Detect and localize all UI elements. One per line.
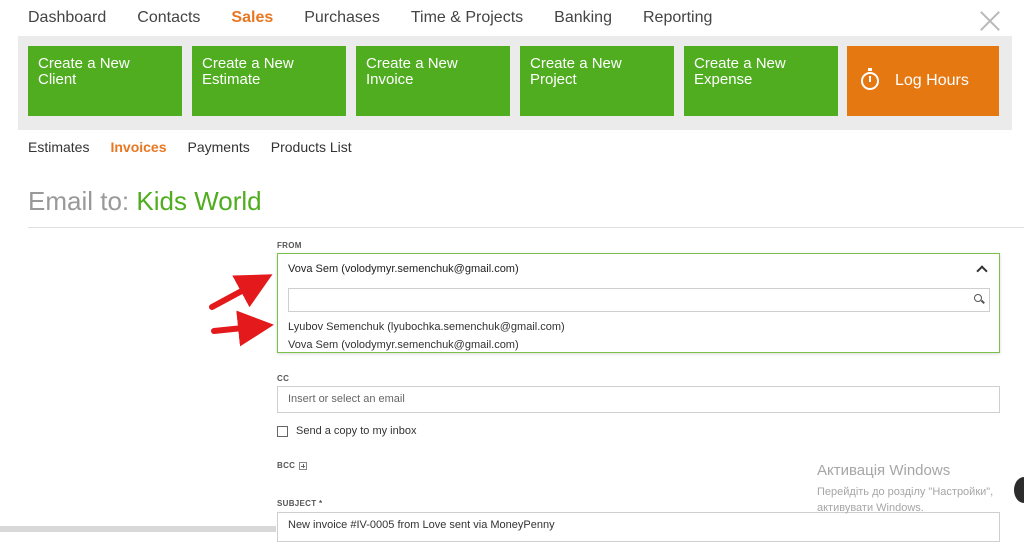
arrow-to-option <box>211 310 274 347</box>
annotation-arrows <box>209 274 274 347</box>
arrow-to-selected <box>209 274 273 310</box>
